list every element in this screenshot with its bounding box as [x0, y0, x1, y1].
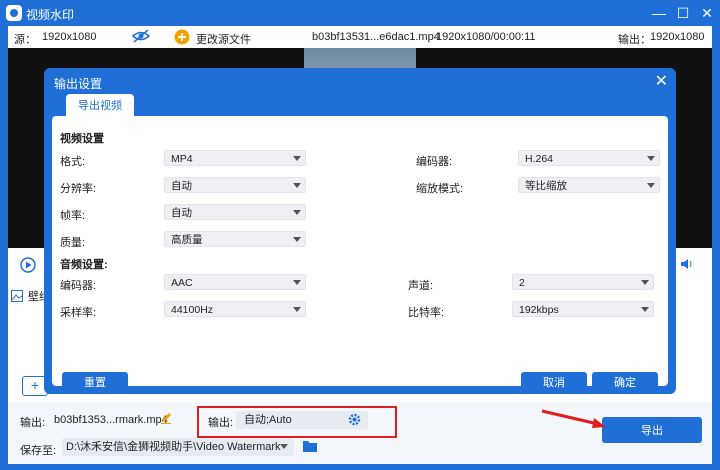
chevron-down-icon [293, 156, 301, 161]
framerate-value: 自动 [171, 207, 192, 219]
dialog-body: 视频设置 格式: MP4 编码器: H.264 分辨率: 自动 缩放模式: 等比… [52, 116, 668, 391]
highlight-box [197, 406, 397, 438]
chevron-down-icon[interactable] [280, 444, 288, 449]
audio-encoder-value: AAC [171, 277, 193, 289]
maximize-button[interactable]: ☐ [674, 4, 692, 22]
app-logo-icon [6, 5, 22, 21]
samplerate-value: 44100Hz [171, 304, 214, 316]
output-settings-dialog: 输出设置 ✕ 导出视频 视频设置 格式: MP4 编码器: H.264 分辨率:… [44, 68, 676, 394]
channel-value: 2 [519, 277, 525, 289]
chevron-down-icon [293, 237, 301, 242]
folder-icon[interactable] [302, 439, 318, 456]
bitrate-select[interactable]: 192kbps [512, 301, 654, 317]
format-value: MP4 [171, 153, 193, 165]
cancel-button[interactable]: 取消 [521, 372, 587, 391]
encoder-select[interactable]: H.264 [518, 150, 660, 166]
annotation-arrow [541, 409, 606, 428]
audio-encoder-label: 编码器: [60, 280, 97, 292]
save-path-field[interactable]: D:\沐禾安信\金狮视频助手\Video Watermark [62, 438, 294, 456]
resolution-value: 自动 [171, 180, 192, 192]
chevron-down-icon [293, 307, 301, 312]
chevron-down-icon [293, 280, 301, 285]
bitrate-label: 比特率: [408, 307, 445, 319]
framerate-select[interactable]: 自动 [164, 204, 306, 220]
source-resolution: 1920x1080 [42, 31, 97, 43]
chevron-down-icon [293, 183, 301, 188]
format-select[interactable]: MP4 [164, 150, 306, 166]
export-button[interactable]: 导出 [602, 417, 702, 443]
title-bar: 视频水印 — ☐ ✕ [0, 0, 720, 26]
resolution-label: 分辨率: [60, 183, 97, 195]
add-source-icon[interactable] [174, 29, 190, 48]
chevron-down-icon [647, 156, 655, 161]
output-filename: b03bf1353...rmark.mp4 [54, 414, 168, 426]
image-icon [11, 290, 23, 305]
chevron-down-icon [647, 183, 655, 188]
samplerate-label: 采样率: [60, 307, 97, 319]
bitrate-value: 192kbps [519, 304, 559, 316]
zoom-mode-label: 缩放模式: [416, 183, 464, 195]
file-info: 1920x1080/00:00:11 [436, 31, 536, 43]
quality-label: 质量: [60, 237, 86, 249]
audio-encoder-select[interactable]: AAC [164, 274, 306, 290]
tab-export-video[interactable]: 导出视频 [66, 94, 134, 116]
encoder-label: 编码器: [416, 156, 453, 168]
resolution-select[interactable]: 自动 [164, 177, 306, 193]
channel-label: 声道: [408, 280, 434, 292]
audio-section-title: 音频设置: [60, 259, 108, 271]
quality-value: 高质量 [171, 234, 203, 246]
dialog-close-icon[interactable]: ✕ [655, 71, 668, 91]
play-icon[interactable] [20, 257, 36, 276]
chevron-down-icon [641, 307, 649, 312]
chevron-down-icon [641, 280, 649, 285]
dialog-title: 输出设置 [54, 77, 103, 91]
zoom-mode-select[interactable]: 等比缩放 [518, 177, 660, 193]
minimize-button[interactable]: — [650, 4, 668, 22]
close-window-button[interactable]: ✕ [698, 4, 716, 22]
save-to-label: 保存至: [20, 445, 57, 457]
chevron-down-icon [293, 210, 301, 215]
app-title: 视频水印 [26, 8, 75, 22]
channel-select[interactable]: 2 [512, 274, 654, 290]
zoom-mode-value: 等比缩放 [525, 180, 567, 192]
ok-button[interactable]: 确定 [592, 372, 658, 391]
samplerate-select[interactable]: 44100Hz [164, 301, 306, 317]
change-source-button[interactable]: 更改源文件 [196, 31, 251, 47]
video-section-title: 视频设置 [60, 133, 104, 145]
output-file-label: 输出: [20, 417, 46, 429]
encoder-value: H.264 [525, 153, 554, 165]
format-label: 格式: [60, 156, 86, 168]
info-bar: 源： 1920x1080 更改源文件 b03bf13531...e6dac1.m… [8, 26, 712, 49]
eye-icon[interactable] [131, 29, 151, 46]
framerate-label: 帧率: [60, 210, 86, 222]
reset-button[interactable]: 重置 [62, 372, 128, 391]
output-resolution: 1920x1080 [650, 31, 705, 43]
output-label: 输出： [618, 34, 651, 46]
edit-icon[interactable] [160, 412, 172, 427]
quality-select[interactable]: 高质量 [164, 231, 306, 247]
source-label: 源： [14, 34, 36, 46]
source-filename: b03bf13531...e6dac1.mp4 [312, 31, 440, 43]
volume-icon[interactable] [680, 258, 694, 273]
